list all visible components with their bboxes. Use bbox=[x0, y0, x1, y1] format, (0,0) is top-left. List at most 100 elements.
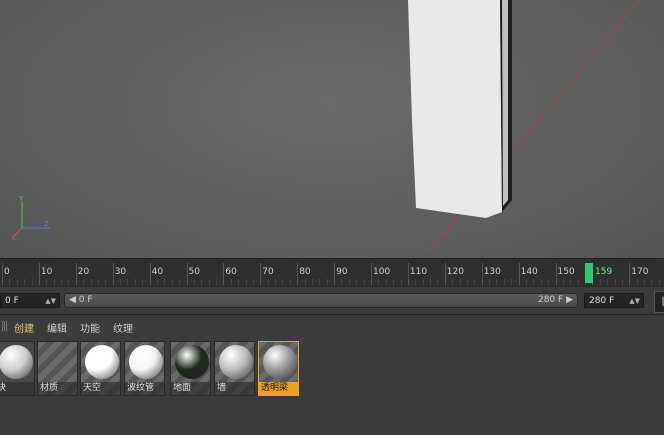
material-name: 天空 bbox=[81, 382, 120, 395]
material-swatch[interactable]: 波纹管 bbox=[124, 341, 165, 396]
current-frame-label: 159 bbox=[595, 267, 613, 277]
ruler-minor-tick bbox=[621, 279, 623, 285]
ruler-minor-tick bbox=[651, 279, 653, 285]
ruler-tick-label: 110 bbox=[409, 267, 428, 277]
ruler-minor-tick bbox=[385, 279, 387, 285]
ruler-minor-tick bbox=[171, 279, 173, 285]
ruler-minor-tick bbox=[319, 279, 321, 285]
ruler-minor-tick bbox=[437, 279, 439, 285]
ruler-major-tick bbox=[297, 263, 299, 285]
ruler-minor-tick bbox=[193, 279, 195, 285]
ruler-minor-tick bbox=[452, 279, 454, 285]
material-swatch[interactable]: 块 bbox=[0, 341, 35, 396]
ruler-minor-tick bbox=[570, 279, 572, 285]
menu-edit[interactable]: 编辑 bbox=[47, 320, 67, 335]
ruler-minor-tick bbox=[164, 279, 166, 285]
ruler-minor-tick bbox=[61, 279, 63, 285]
ruler-minor-tick bbox=[548, 279, 550, 285]
ruler-major-tick bbox=[555, 263, 557, 285]
ruler-minor-tick bbox=[326, 279, 328, 285]
ruler-major-tick bbox=[444, 263, 446, 285]
ruler-minor-tick bbox=[68, 279, 70, 285]
ruler-tick-label: 170 bbox=[631, 267, 649, 277]
ruler-major-tick bbox=[112, 263, 114, 285]
end-frame-spinner-icon[interactable]: ▲▼ bbox=[629, 294, 640, 309]
ruler-minor-tick bbox=[105, 279, 107, 285]
ruler-minor-tick bbox=[341, 279, 343, 285]
x-axis-label: X bbox=[11, 234, 16, 242]
ruler-minor-tick bbox=[503, 279, 505, 285]
z-axis-label: Z bbox=[44, 220, 49, 228]
ruler-major-tick bbox=[334, 263, 336, 285]
ruler-minor-tick bbox=[533, 279, 535, 285]
start-frame-spinner-icon[interactable]: ▲▼ bbox=[45, 294, 56, 309]
material-swatch[interactable]: 地面 bbox=[170, 341, 211, 396]
start-frame-field[interactable]: 0 F ▲▼ bbox=[0, 293, 60, 308]
ruler-tick-label: 30 bbox=[114, 267, 127, 277]
material-name: 透明梁 bbox=[259, 382, 298, 395]
material-preview-sphere bbox=[175, 345, 209, 379]
ruler-minor-tick bbox=[46, 279, 48, 285]
go-to-start-button[interactable]: | bbox=[654, 291, 664, 313]
ruler-major-tick bbox=[149, 263, 151, 285]
ruler-minor-tick bbox=[415, 279, 417, 285]
material-swatch[interactable]: 材质 bbox=[37, 341, 78, 396]
ruler-minor-tick bbox=[16, 279, 18, 285]
ruler-minor-tick bbox=[97, 279, 99, 285]
ruler-minor-tick bbox=[607, 279, 609, 285]
axis-gizmo: Y X Z bbox=[8, 192, 58, 242]
ruler-tick-label: 100 bbox=[373, 267, 391, 277]
menu-create[interactable]: 创建 bbox=[14, 320, 34, 335]
material-swatch[interactable]: 透明梁 bbox=[258, 341, 299, 396]
material-preview-sphere bbox=[85, 345, 119, 379]
ruler-minor-tick bbox=[245, 279, 247, 285]
white-panel-front[interactable] bbox=[408, 0, 502, 218]
ruler-minor-tick bbox=[525, 279, 527, 285]
ruler-minor-tick bbox=[252, 279, 254, 285]
ruler-minor-tick bbox=[496, 279, 498, 285]
slider-start-value: 0 F bbox=[78, 295, 93, 305]
ruler-minor-tick bbox=[540, 279, 542, 285]
ruler-minor-tick bbox=[644, 279, 646, 285]
ruler-major-tick bbox=[518, 263, 520, 285]
y-axis-label: Y bbox=[18, 195, 24, 203]
material-swatch[interactable]: 天空 bbox=[80, 341, 121, 396]
ruler-minor-tick bbox=[304, 279, 306, 285]
material-preview-sphere bbox=[263, 345, 297, 379]
panel-grip-icon[interactable] bbox=[2, 321, 8, 331]
ruler-minor-tick bbox=[134, 279, 136, 285]
material-name: 波纹管 bbox=[125, 382, 164, 395]
ruler-minor-tick bbox=[275, 279, 277, 285]
frame-range-slider[interactable]: ◀ 0 F 280 F ▶ bbox=[64, 293, 578, 308]
ruler-minor-tick bbox=[562, 279, 564, 285]
menu-texture[interactable]: 纹理 bbox=[113, 320, 133, 335]
ruler-minor-tick bbox=[156, 279, 158, 285]
ruler-minor-tick bbox=[636, 279, 638, 285]
ruler-minor-tick bbox=[282, 279, 284, 285]
ruler-minor-tick bbox=[474, 279, 476, 285]
end-frame-field[interactable]: 280 F ▲▼ bbox=[584, 293, 644, 308]
ruler-minor-tick bbox=[466, 279, 468, 285]
ruler-minor-tick bbox=[31, 279, 33, 285]
ruler-minor-tick bbox=[179, 279, 181, 285]
ruler-tick-label: 10 bbox=[40, 267, 53, 277]
ruler-tick-label: 20 bbox=[77, 267, 90, 277]
ruler-tick-label: 130 bbox=[483, 267, 501, 277]
ruler[interactable]: 0102030405060708090100110120130140150160… bbox=[0, 259, 664, 287]
ruler-minor-tick bbox=[267, 279, 269, 285]
material-swatch[interactable]: 墙 bbox=[214, 341, 255, 396]
playhead[interactable] bbox=[585, 263, 593, 283]
ruler-minor-tick bbox=[577, 279, 579, 285]
ruler-minor-tick bbox=[400, 279, 402, 285]
ruler-minor-tick bbox=[459, 279, 461, 285]
menu-function[interactable]: 功能 bbox=[80, 320, 100, 335]
ruler-tick-label: 60 bbox=[225, 267, 237, 277]
ruler-major-tick bbox=[75, 263, 77, 285]
ruler-minor-tick bbox=[142, 279, 144, 285]
3d-viewport[interactable]: Y X Z bbox=[0, 0, 664, 258]
material-preview-sphere bbox=[129, 345, 163, 379]
ruler-tick-label: 0 bbox=[4, 267, 10, 277]
start-frame-value: 0 F bbox=[5, 296, 19, 306]
slider-start-label: ◀ 0 F bbox=[69, 295, 93, 305]
timeline-ruler[interactable]: 0102030405060708090100110120130140150160… bbox=[0, 258, 664, 287]
